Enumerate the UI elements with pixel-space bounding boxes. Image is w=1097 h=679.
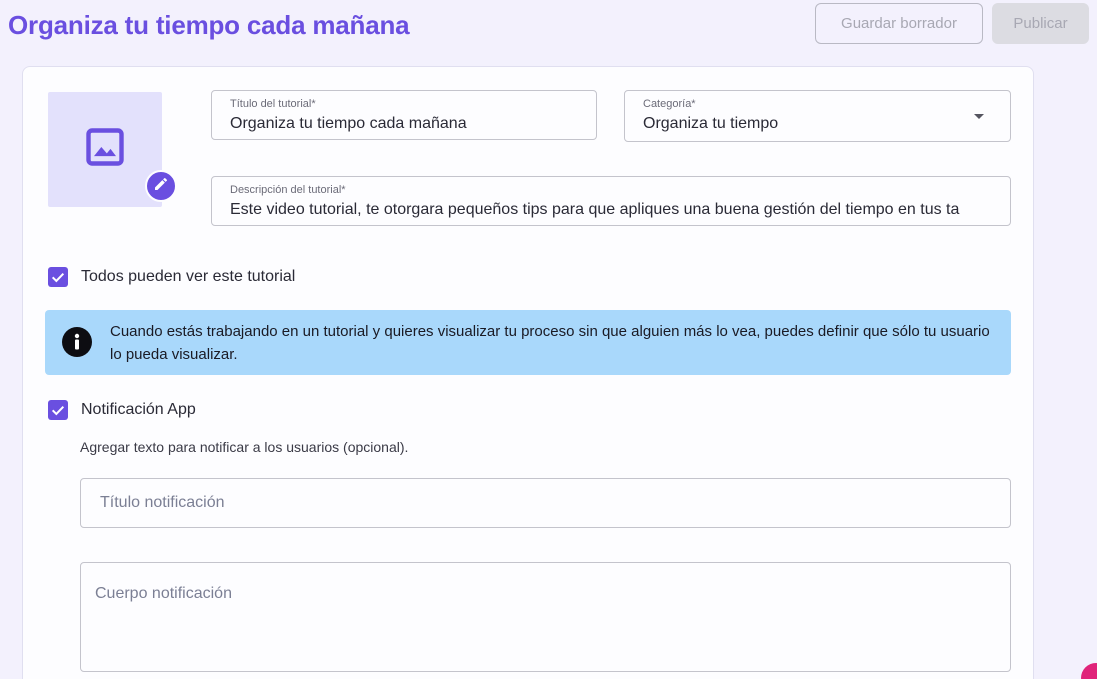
tutorial-description-field[interactable]: Descripción del tutorial* Este video tut… — [211, 176, 1011, 226]
category-value[interactable]: Organiza tu tiempo — [643, 115, 994, 133]
info-icon — [62, 327, 92, 357]
publish-button[interactable]: Publicar — [992, 3, 1089, 44]
tutorial-title-value[interactable]: Organiza tu tiempo cada mañana — [230, 115, 580, 133]
notification-body-placeholder: Cuerpo notificación — [95, 585, 232, 602]
chevron-down-icon[interactable] — [974, 114, 984, 119]
notification-checkbox-label: Notificación App — [81, 401, 196, 418]
checkmark-icon — [51, 405, 65, 416]
tutorial-title-label: Título del tutorial* — [230, 98, 316, 110]
checkmark-icon — [51, 272, 65, 283]
category-label: Categoría* — [643, 98, 696, 110]
tutorial-description-value[interactable]: Este video tutorial, te otorgara pequeño… — [230, 201, 994, 219]
notification-checkbox-row[interactable]: Notificación App — [48, 400, 196, 420]
tutorial-description-label: Descripción del tutorial* — [230, 184, 346, 196]
page-title: Organiza tu tiempo cada mañana — [8, 10, 410, 40]
visibility-checkbox-label: Todos pueden ver este tutorial — [81, 268, 296, 285]
category-select[interactable]: Categoría* Organiza tu tiempo — [624, 90, 1011, 142]
notification-title-input[interactable]: Título notificación — [80, 478, 1011, 528]
visibility-checkbox-row[interactable]: Todos pueden ver este tutorial — [48, 267, 295, 287]
corner-decoration — [1081, 663, 1097, 679]
pencil-icon — [153, 176, 169, 197]
notification-title-placeholder: Título notificación — [100, 494, 225, 511]
visibility-checkbox[interactable] — [48, 267, 68, 287]
info-banner-text: Cuando estás trabajando en un tutorial y… — [110, 323, 990, 363]
notification-checkbox[interactable] — [48, 400, 68, 420]
save-draft-button[interactable]: Guardar borrador — [815, 3, 983, 44]
info-banner: Cuando estás trabajando en un tutorial y… — [45, 310, 1011, 375]
edit-thumbnail-button[interactable] — [145, 170, 177, 202]
image-icon — [83, 125, 127, 174]
tutorial-editor-page: Organiza tu tiempo cada mañana Guardar b… — [0, 0, 1097, 679]
notification-body-textarea[interactable]: Cuerpo notificación — [80, 562, 1011, 672]
tutorial-title-field[interactable]: Título del tutorial* Organiza tu tiempo … — [211, 90, 597, 140]
notification-helper-text: Agregar texto para notificar a los usuar… — [80, 439, 409, 455]
